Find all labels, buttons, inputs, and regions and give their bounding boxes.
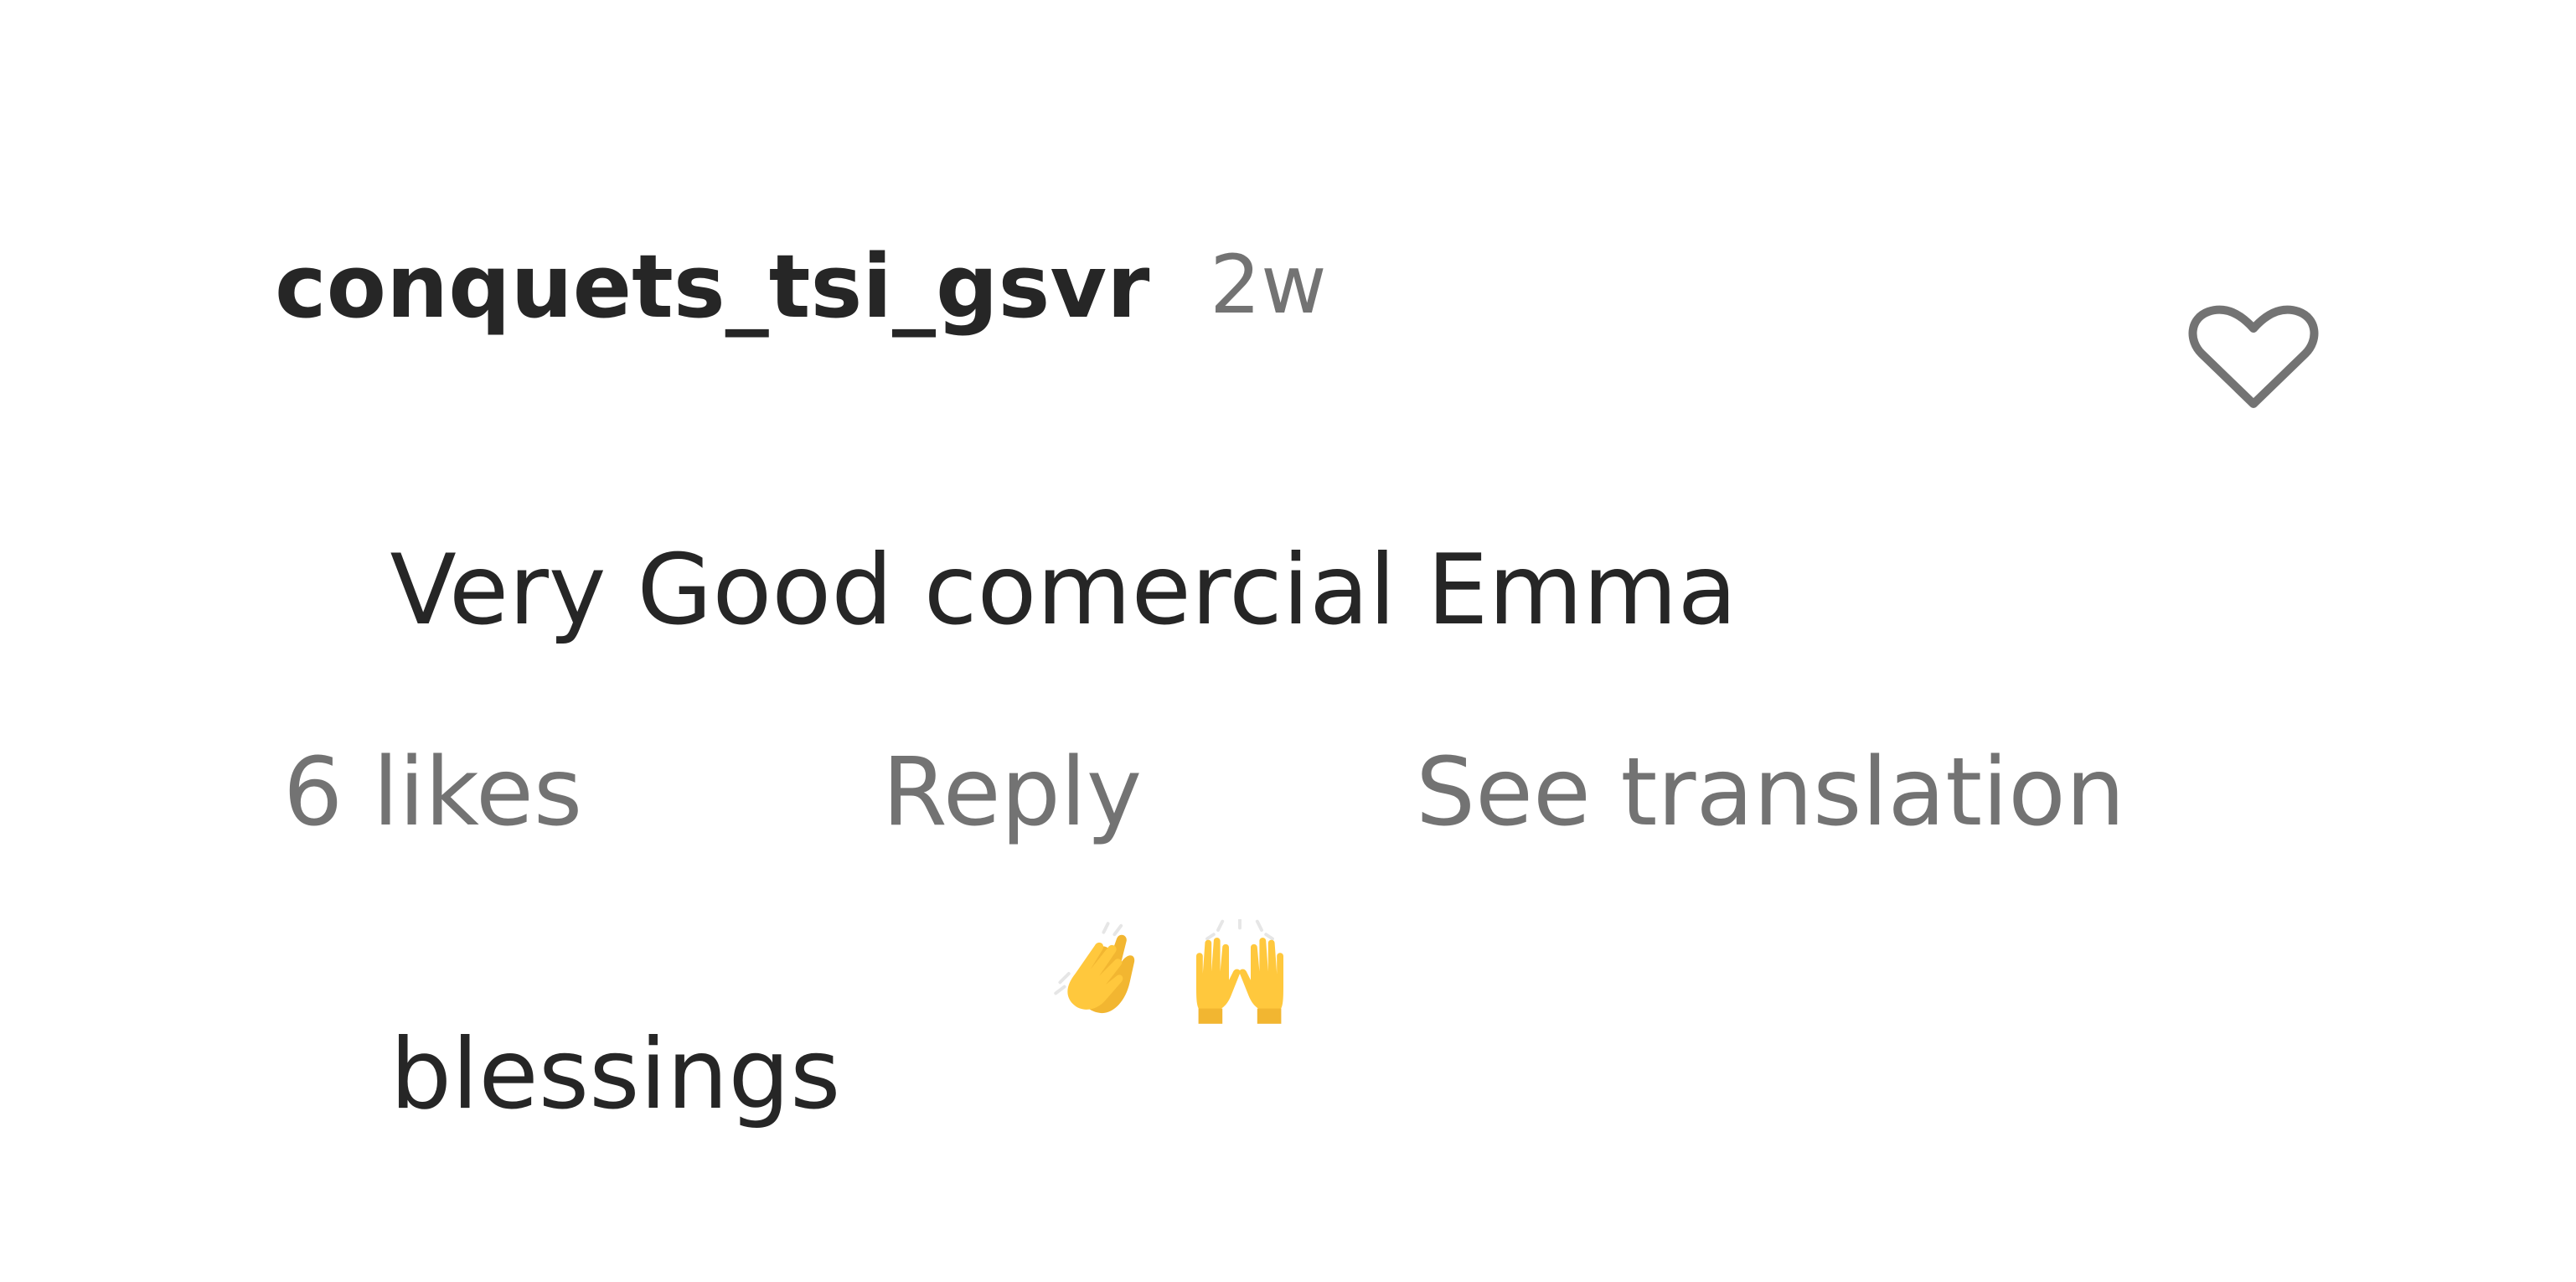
comment-text-line1: Very Good comercial Emma (390, 534, 1737, 647)
see-translation-button[interactable]: See translation (1416, 746, 2125, 840)
comment-timestamp: 2w (1210, 238, 1327, 332)
heart-outline-icon[interactable] (2186, 302, 2320, 411)
comment-actions: 6 likes Reply See translation (283, 746, 2294, 846)
comment-username[interactable]: conquets_tsi_gsvr (275, 243, 1149, 330)
comment: conquets_tsi_gsvr 2w Very Good comercial… (0, 0, 2576, 1131)
likes-count-button[interactable]: 6 likes (283, 746, 582, 840)
clapping-hands-icon (1053, 922, 1134, 1014)
reply-button[interactable]: Reply (882, 746, 1142, 840)
raising-hands-icon (1195, 919, 1283, 1025)
comment-text-line2: blessings (390, 1018, 841, 1131)
